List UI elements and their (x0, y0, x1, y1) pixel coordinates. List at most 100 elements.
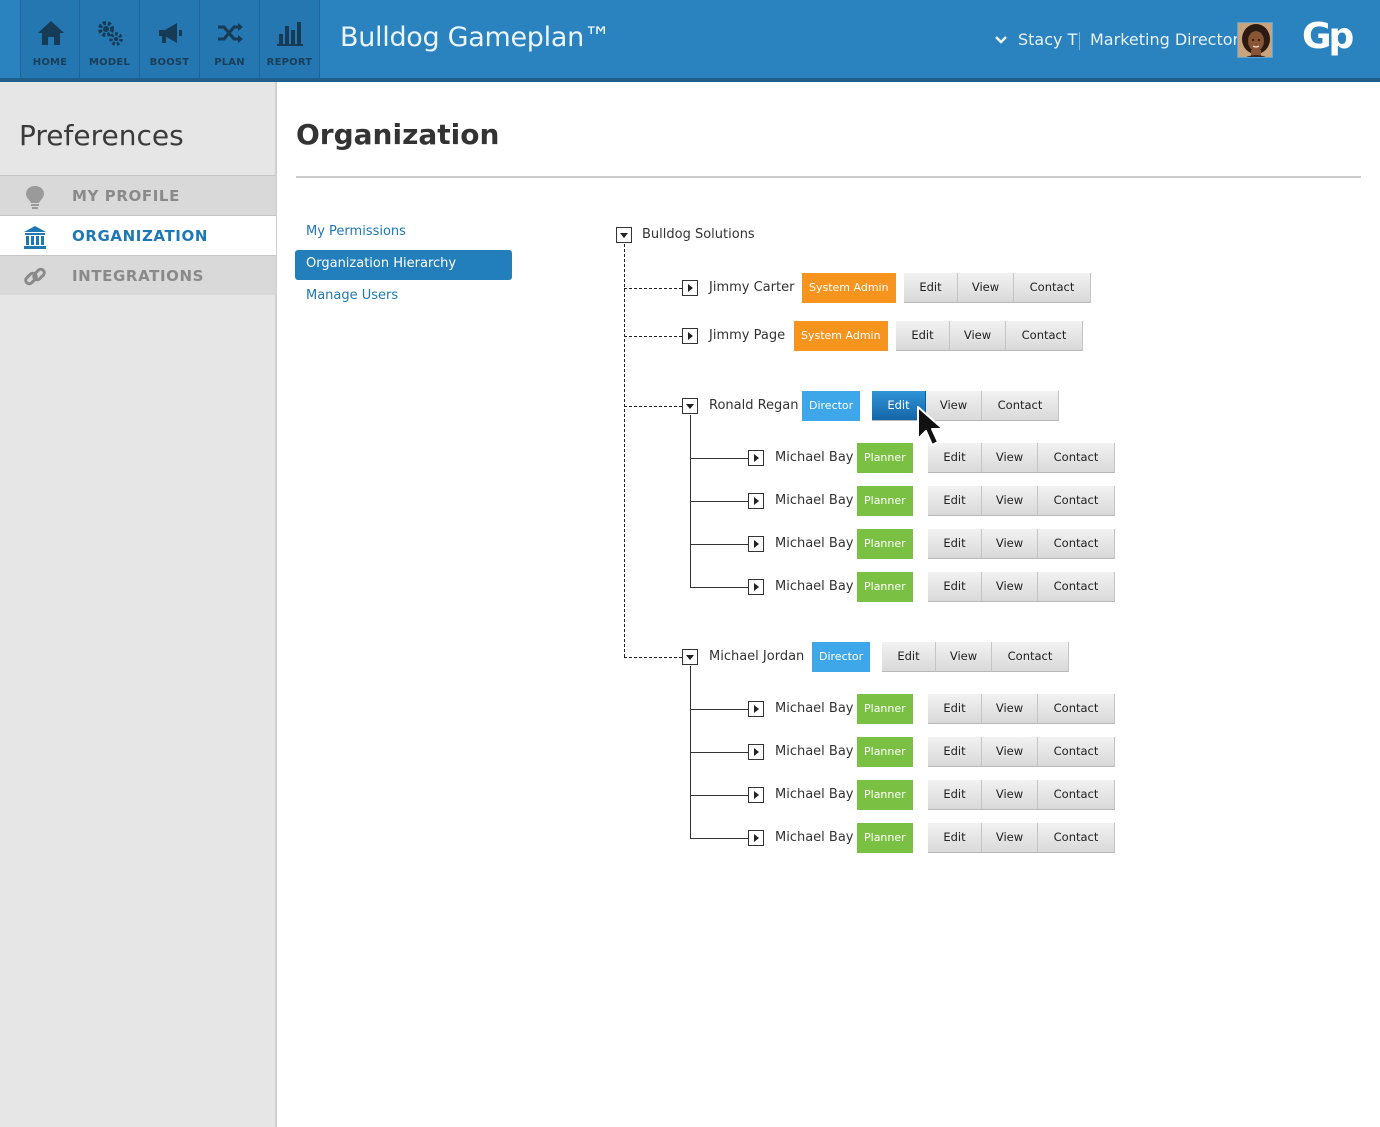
user-name[interactable]: Stacy T (1018, 30, 1077, 49)
subnav-my-permissions[interactable]: My Permissions (295, 218, 512, 248)
title-divider (296, 176, 1361, 178)
expand-triangle-icon (754, 834, 759, 842)
role-badge: Director (812, 642, 871, 672)
role-badge: Planner (857, 694, 913, 724)
node-actions: Edit View Contact (928, 572, 1115, 602)
tree-toggle-collapsed[interactable] (748, 493, 764, 509)
contact-button[interactable]: Contact (1038, 443, 1115, 473)
edit-button[interactable]: Edit (928, 823, 982, 853)
app-title: Bulldog Gameplan™ (340, 22, 611, 53)
nav-home-button[interactable]: HOME (20, 0, 80, 78)
nav-plan-button[interactable]: PLAN (200, 0, 260, 78)
tree-toggle-expanded[interactable] (682, 649, 698, 665)
expand-triangle-icon (754, 583, 759, 591)
role-badge: Planner (857, 443, 913, 473)
view-button[interactable]: View (982, 823, 1038, 853)
avatar-portrait-icon (1238, 23, 1272, 57)
edit-button[interactable]: Edit (928, 694, 982, 724)
tree-connector (624, 406, 682, 407)
nav-home-label: HOME (32, 57, 68, 68)
tree-connector (624, 244, 625, 657)
tree-toggle-collapsed[interactable] (748, 787, 764, 803)
contact-button[interactable]: Contact (1038, 823, 1115, 853)
sidebar-item-integrations[interactable]: INTEGRATIONS (0, 255, 276, 295)
expand-triangle-icon (688, 284, 693, 292)
view-button[interactable]: View (982, 529, 1038, 559)
contact-button[interactable]: Contact (1038, 694, 1115, 724)
tree-toggle-collapsed[interactable] (682, 280, 698, 296)
contact-button[interactable]: Contact (1038, 529, 1115, 559)
edit-button[interactable]: Edit (928, 572, 982, 602)
view-button[interactable]: View (936, 642, 992, 672)
tree-toggle-expanded[interactable] (682, 398, 698, 414)
expand-triangle-icon (754, 540, 759, 548)
tree-toggle-collapsed[interactable] (682, 328, 698, 344)
tree-toggle-collapsed[interactable] (748, 536, 764, 552)
page-title: Organization (296, 118, 500, 151)
edit-button[interactable]: Edit (928, 529, 982, 559)
node-actions: Edit View Contact (928, 694, 1115, 724)
contact-button[interactable]: Contact (1038, 486, 1115, 516)
node-name: Michael Bay (775, 701, 854, 716)
contact-button[interactable]: Contact (982, 391, 1059, 421)
contact-button[interactable]: Contact (1038, 572, 1115, 602)
view-button[interactable]: View (950, 321, 1006, 351)
expand-triangle-icon (754, 791, 759, 799)
avatar[interactable] (1237, 22, 1273, 58)
tree-connector (690, 795, 748, 796)
nav-report-label: REPORT (266, 57, 313, 68)
node-name: Michael Bay (775, 787, 854, 802)
edit-button[interactable]: Edit (928, 780, 982, 810)
nav-model-button[interactable]: MODEL (80, 0, 140, 78)
view-button[interactable]: View (982, 694, 1038, 724)
node-actions: Edit View Contact (928, 780, 1115, 810)
tree-toggle-collapsed[interactable] (748, 830, 764, 846)
edit-button[interactable]: Edit (928, 737, 982, 767)
nav-model-label: MODEL (89, 57, 130, 68)
tree-toggle-collapsed[interactable] (748, 450, 764, 466)
node-actions: Edit View Contact (928, 443, 1115, 473)
role-badge: Planner (857, 780, 913, 810)
view-button[interactable]: View (982, 572, 1038, 602)
view-button[interactable]: View (958, 273, 1014, 303)
tree-toggle-collapsed[interactable] (748, 701, 764, 717)
user-role: Marketing Director (1090, 30, 1240, 49)
chevron-down-icon[interactable] (994, 33, 1008, 47)
node-name: Michael Bay (775, 450, 854, 465)
view-button[interactable]: View (982, 780, 1038, 810)
tree-connector (690, 709, 748, 710)
tree-connector (624, 288, 682, 289)
node-name: Ronald Regan (709, 398, 799, 413)
gears-icon (98, 21, 123, 46)
contact-button[interactable]: Contact (992, 642, 1069, 672)
view-button[interactable]: View (982, 737, 1038, 767)
nav-boost-button[interactable]: BOOST (140, 0, 200, 78)
edit-button[interactable]: Edit (928, 486, 982, 516)
edit-button[interactable]: Edit (896, 321, 950, 351)
nav-report-button[interactable]: REPORT (260, 0, 320, 78)
subnav-organization-hierarchy[interactable]: Organization Hierarchy (295, 250, 512, 280)
contact-button[interactable]: Contact (1038, 737, 1115, 767)
expand-triangle-icon (754, 705, 759, 713)
node-actions: Edit View Contact (928, 823, 1115, 853)
sidebar-item-organization[interactable]: ORGANIZATION (0, 215, 276, 255)
tree-toggle-collapsed[interactable] (748, 744, 764, 760)
tree-toggle-collapsed[interactable] (748, 579, 764, 595)
tree-toggle-expanded[interactable] (616, 227, 632, 243)
node-name: Michael Bay (775, 744, 854, 759)
shuffle-icon (218, 23, 243, 43)
view-button[interactable]: View (982, 443, 1038, 473)
role-badge: Planner (857, 572, 913, 602)
subnav-manage-users[interactable]: Manage Users (295, 282, 512, 312)
top-bar: HOME MODEL BOOST PLAN REPORT Bulldog Gam… (0, 0, 1380, 82)
node-name: Michael Bay (775, 493, 854, 508)
node-actions: Edit View Contact (872, 391, 1059, 421)
edit-button[interactable]: Edit (882, 642, 936, 672)
contact-button[interactable]: Contact (1006, 321, 1083, 351)
contact-button[interactable]: Contact (1014, 273, 1091, 303)
tree-connector (690, 458, 748, 459)
contact-button[interactable]: Contact (1038, 780, 1115, 810)
edit-button[interactable]: Edit (904, 273, 958, 303)
sidebar-item-my-profile[interactable]: MY PROFILE (0, 175, 276, 215)
view-button[interactable]: View (982, 486, 1038, 516)
